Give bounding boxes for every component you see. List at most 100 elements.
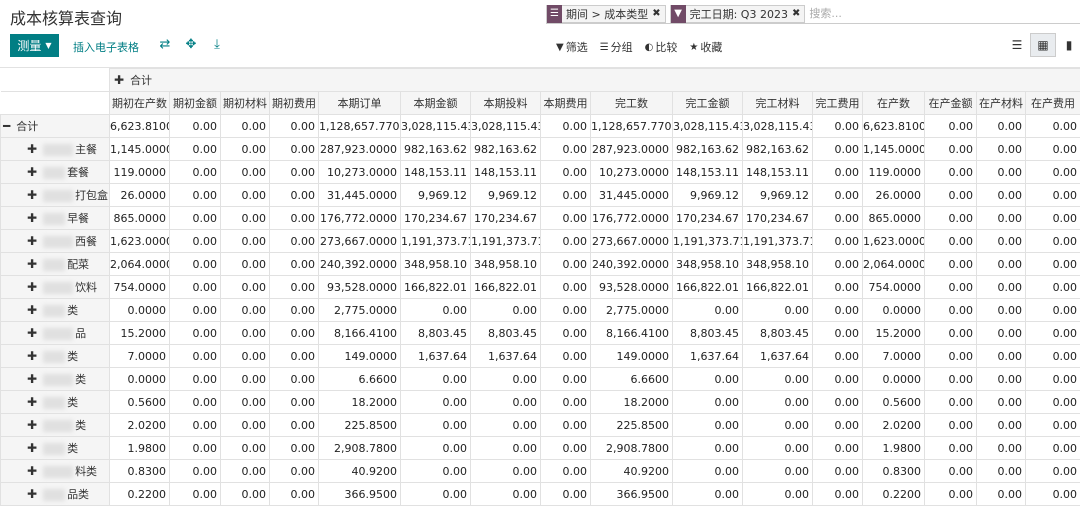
close-icon[interactable]: ✖ [792, 8, 804, 19]
pivot-cell[interactable]: 0.00 [169, 114, 221, 138]
pivot-cell[interactable]: 166,822.01 [400, 275, 471, 299]
pivot-cell[interactable]: 0.00 [976, 252, 1026, 276]
pivot-cell[interactable]: 15.2000 [109, 321, 170, 345]
pivot-cell[interactable]: 8,803.45 [400, 321, 471, 345]
pivot-cell[interactable]: 6,623.8100 [862, 114, 925, 138]
pivot-cell[interactable]: 0.00 [169, 183, 221, 207]
pivot-cell[interactable]: 0.00 [269, 137, 319, 161]
pivot-cell[interactable]: 0.00 [976, 229, 1026, 253]
pivot-cell[interactable]: 0.00 [169, 321, 221, 345]
pivot-cell[interactable]: 240,392.0000 [318, 252, 401, 276]
pivot-cell[interactable]: 0.00 [924, 298, 977, 322]
pivot-cell[interactable]: 0.00 [976, 482, 1026, 506]
pivot-cell[interactable]: 0.00 [220, 137, 270, 161]
pivot-cell[interactable]: 7.0000 [862, 344, 925, 368]
pivot-cell[interactable]: 0.00 [1024, 459, 1080, 483]
pivot-cell[interactable]: 0.2200 [862, 482, 925, 506]
pivot-cell[interactable]: 0.00 [269, 114, 319, 138]
pivot-cell[interactable]: 0.00 [976, 298, 1026, 322]
filter-toggle[interactable]: ▼ 筛选 [556, 39, 588, 55]
pivot-cell[interactable]: 3,028,115.43 [742, 114, 813, 138]
pivot-cell[interactable]: 8,166.4100 [590, 321, 673, 345]
measure-header[interactable]: 在产材料 [976, 91, 1026, 115]
pivot-cell[interactable]: 0.00 [540, 229, 591, 253]
pivot-cell[interactable]: 10,273.0000 [318, 160, 401, 184]
row-header[interactable]: ✚ 类 [0, 436, 110, 460]
pivot-cell[interactable]: 0.00 [169, 298, 221, 322]
pivot-cell[interactable]: 0.00 [169, 367, 221, 391]
pivot-cell[interactable]: 0.00 [1024, 367, 1080, 391]
row-header[interactable]: ✚ 类 [0, 413, 110, 437]
pivot-cell[interactable]: 0.00 [269, 344, 319, 368]
pivot-cell[interactable]: 176,772.0000 [318, 206, 401, 230]
pivot-cell[interactable]: 0.00 [169, 344, 221, 368]
pivot-cell[interactable]: 0.00 [269, 321, 319, 345]
measure-button[interactable]: 测量 ▼ [10, 34, 59, 57]
pivot-cell[interactable]: 0.00 [976, 114, 1026, 138]
row-header[interactable]: ✚ 西餐 [0, 229, 110, 253]
pivot-cell[interactable]: 1,623.0000 [862, 229, 925, 253]
pivot-cell[interactable]: 3,028,115.43 [470, 114, 541, 138]
pivot-cell[interactable]: 0.00 [220, 252, 270, 276]
pivot-cell[interactable]: 0.00 [400, 298, 471, 322]
pivot-cell[interactable]: 0.00 [540, 413, 591, 437]
pivot-cell[interactable]: 240,392.0000 [590, 252, 673, 276]
pivot-cell[interactable]: 0.00 [540, 160, 591, 184]
pivot-cell[interactable]: 0.00 [1024, 390, 1080, 414]
pivot-cell[interactable]: 1,145.0000 [862, 137, 925, 161]
pivot-cell[interactable]: 26.0000 [862, 183, 925, 207]
pivot-cell[interactable]: 0.00 [400, 367, 471, 391]
pivot-cell[interactable]: 0.00 [220, 275, 270, 299]
pivot-cell[interactable]: 0.00 [540, 436, 591, 460]
pivot-cell[interactable]: 119.0000 [109, 160, 170, 184]
pivot-cell[interactable]: 10,273.0000 [590, 160, 673, 184]
pivot-cell[interactable]: 1,191,373.71 [742, 229, 813, 253]
pivot-cell[interactable]: 0.00 [924, 482, 977, 506]
pivot-cell[interactable]: 0.00 [540, 137, 591, 161]
pivot-cell[interactable]: 0.00 [169, 390, 221, 414]
pivot-cell[interactable]: 0.00 [742, 367, 813, 391]
pivot-cell[interactable]: 170,234.67 [672, 206, 743, 230]
pivot-cell[interactable]: 0.00 [169, 137, 221, 161]
pivot-cell[interactable]: 0.00 [742, 298, 813, 322]
insert-spreadsheet-button[interactable]: 插入电子表格 [73, 39, 139, 55]
pivot-cell[interactable]: 0.00 [812, 413, 863, 437]
pivot-cell[interactable]: 1,191,373.71 [672, 229, 743, 253]
pivot-cell[interactable]: 0.00 [269, 436, 319, 460]
pivot-cell[interactable]: 1.9800 [109, 436, 170, 460]
pivot-cell[interactable]: 0.00 [470, 390, 541, 414]
pivot-cell[interactable]: 166,822.01 [672, 275, 743, 299]
pivot-cell[interactable]: 0.00 [976, 137, 1026, 161]
pivot-cell[interactable]: 0.00 [976, 206, 1026, 230]
pivot-cell[interactable]: 0.00 [220, 459, 270, 483]
pivot-cell[interactable]: 0.00 [220, 344, 270, 368]
pivot-cell[interactable]: 0.00 [269, 183, 319, 207]
pivot-cell[interactable]: 149.0000 [590, 344, 673, 368]
pivot-cell[interactable]: 2,908.7800 [590, 436, 673, 460]
pivot-cell[interactable]: 18.2000 [590, 390, 673, 414]
pivot-cell[interactable]: 0.00 [1024, 252, 1080, 276]
pivot-cell[interactable]: 0.00 [672, 390, 743, 414]
pivot-cell[interactable]: 6.6600 [318, 367, 401, 391]
pivot-cell[interactable]: 6,623.8100 [109, 114, 170, 138]
row-header[interactable]: ✚ 品 [0, 321, 110, 345]
pivot-cell[interactable]: 0.00 [470, 459, 541, 483]
pivot-cell[interactable]: 982,163.62 [672, 137, 743, 161]
pivot-cell[interactable]: 0.00 [540, 298, 591, 322]
pivot-cell[interactable]: 0.00 [924, 275, 977, 299]
pivot-cell[interactable]: 0.00 [812, 390, 863, 414]
pivot-cell[interactable]: 0.00 [540, 206, 591, 230]
pivot-cell[interactable]: 1,637.64 [400, 344, 471, 368]
pivot-cell[interactable]: 8,803.45 [672, 321, 743, 345]
pivot-cell[interactable]: 1,145.0000 [109, 137, 170, 161]
pivot-cell[interactable]: 0.00 [470, 413, 541, 437]
pivot-cell[interactable]: 0.00 [540, 459, 591, 483]
pivot-cell[interactable]: 0.00 [220, 229, 270, 253]
pivot-cell[interactable]: 287,923.0000 [590, 137, 673, 161]
pivot-cell[interactable]: 0.00 [169, 482, 221, 506]
pivot-cell[interactable]: 1,191,373.71 [400, 229, 471, 253]
pivot-cell[interactable]: 0.00 [169, 275, 221, 299]
pivot-cell[interactable]: 8,166.4100 [318, 321, 401, 345]
pivot-cell[interactable]: 9,969.12 [672, 183, 743, 207]
pivot-cell[interactable]: 0.00 [924, 367, 977, 391]
